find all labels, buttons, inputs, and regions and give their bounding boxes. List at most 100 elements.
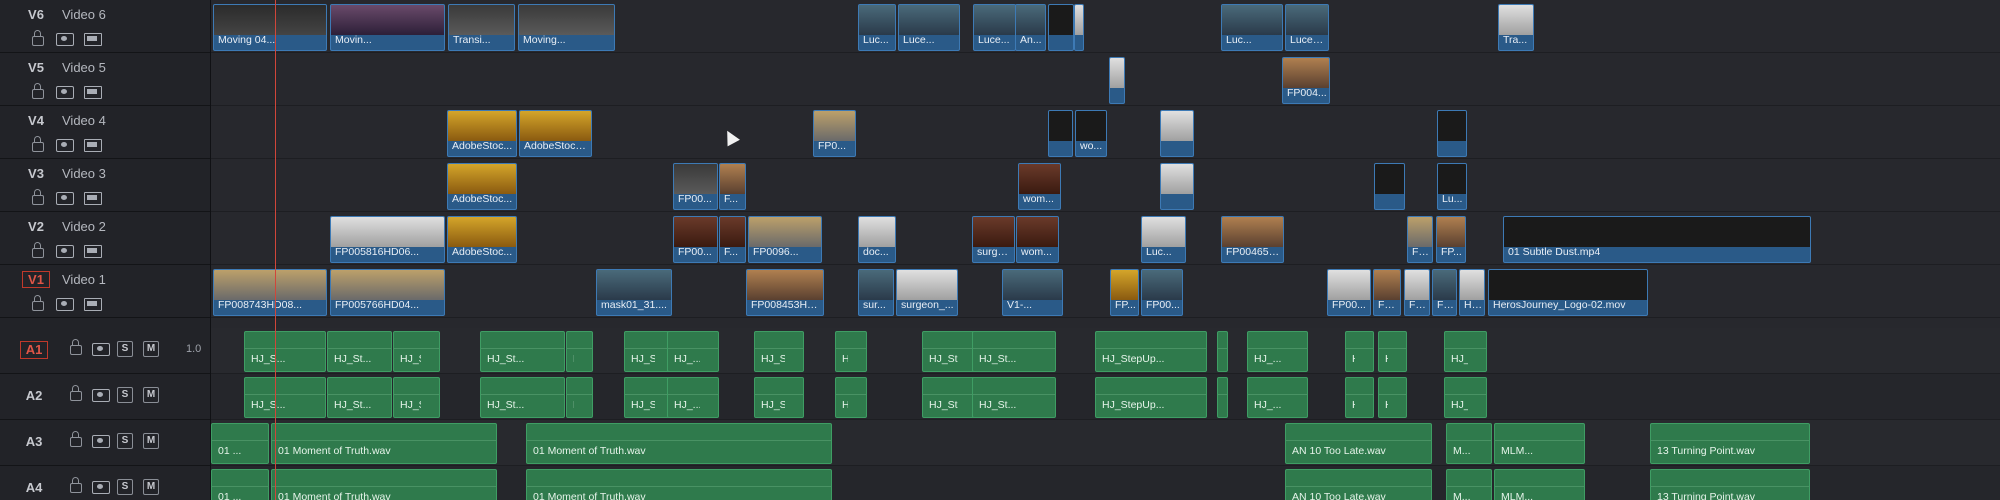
video-clip[interactable]: An... [1015, 4, 1046, 51]
video-clip[interactable]: 01 Subtle Dust.mp4 [1503, 216, 1811, 263]
video-clip[interactable]: FP004... [1282, 57, 1330, 104]
video-clip[interactable]: Luc... [1141, 216, 1186, 263]
video-clip[interactable]: AdobeStoc... [447, 216, 517, 263]
auto-track-select-icon[interactable] [92, 343, 110, 356]
lock-icon[interactable] [70, 431, 82, 447]
audio-clip[interactable]: 01 Moment of Truth.wav [526, 423, 832, 464]
audio-clip[interactable]: HJ_Ste... [393, 377, 440, 418]
audio-clip[interactable]: HJ_... [667, 377, 719, 418]
audio-clip[interactable]: HJ_... [667, 331, 719, 372]
audio-clip[interactable]: 13 Turning Point.wav [1650, 423, 1810, 464]
video-clip[interactable] [1048, 4, 1074, 51]
audio-clip[interactable]: HJ_... [1378, 331, 1407, 372]
lock-icon[interactable] [70, 339, 82, 355]
disable-track-icon[interactable] [84, 298, 102, 311]
mute-button[interactable]: M [143, 433, 159, 449]
video-clip[interactable]: Lucen... [1285, 4, 1329, 51]
track-id-v6[interactable]: V6 [22, 6, 50, 23]
video-clip[interactable] [1374, 163, 1405, 210]
audio-clip[interactable]: HJ_... [1345, 331, 1374, 372]
video-clip[interactable]: FP... [1407, 216, 1433, 263]
lock-icon[interactable] [32, 83, 44, 99]
lock-icon[interactable] [32, 189, 44, 205]
audio-clip[interactable]: 01 Moment of Truth.wav [526, 469, 832, 500]
video-clip[interactable]: FP005816HD06... [330, 216, 445, 263]
video-clip[interactable]: doc... [858, 216, 896, 263]
disable-track-icon[interactable] [84, 192, 102, 205]
audio-clip[interactable]: AN 10 Too Late.wav [1285, 469, 1432, 500]
audio-clip[interactable]: 01 Moment of Truth.wav [271, 469, 497, 500]
track-name[interactable]: Video 2 [62, 219, 106, 234]
mute-button[interactable]: M [143, 341, 159, 357]
video-clip[interactable]: surge... [972, 216, 1015, 263]
audio-clip[interactable]: M... [1446, 469, 1492, 500]
audio-clip[interactable]: HJ_Ste... [922, 331, 977, 372]
track-id-v3[interactable]: V3 [22, 165, 50, 182]
video-clip[interactable]: wom... [1018, 163, 1061, 210]
timeline-tracks[interactable]: Moving 04... Movin... Transi... Moving... Lu… [211, 0, 2000, 500]
auto-track-select-icon[interactable] [56, 298, 74, 311]
audio-clip[interactable]: HJ_S... [1217, 377, 1228, 418]
audio-clip[interactable]: HJ_Ste... [754, 331, 804, 372]
video-clip[interactable]: Luc... [1221, 4, 1283, 51]
auto-track-select-icon[interactable] [92, 389, 110, 402]
track-id-a4[interactable]: A4 [20, 479, 48, 497]
video-clip[interactable]: Transi... [448, 4, 515, 51]
audio-clip[interactable]: 01 Moment of Truth.wav [271, 423, 497, 464]
disable-track-icon[interactable] [84, 33, 102, 46]
track-name[interactable]: Video 4 [62, 113, 106, 128]
solo-button[interactable]: S [117, 433, 133, 449]
audio-clip[interactable]: HJ_... [1247, 377, 1308, 418]
video-clip[interactable]: FP... [1110, 269, 1139, 316]
video-clip[interactable] [1160, 163, 1194, 210]
audio-clip[interactable]: HJ_Ste... [922, 377, 977, 418]
video-clip[interactable]: FP0096... [748, 216, 822, 263]
video-clip[interactable] [1048, 110, 1073, 157]
video-clip[interactable]: FP... [1432, 269, 1457, 316]
video-clip[interactable]: FP00... [1141, 269, 1183, 316]
audio-clip[interactable]: HJ_Ste... [754, 377, 804, 418]
video-clip[interactable]: FP0... [813, 110, 856, 157]
video-clip[interactable]: HerosJourney_Logo-02.mov [1488, 269, 1648, 316]
audio-clip[interactable]: AN 10 Too Late.wav [1285, 423, 1432, 464]
solo-button[interactable]: S [117, 341, 133, 357]
video-clip[interactable]: sur... [858, 269, 894, 316]
audio-clip[interactable]: HJ_... [835, 377, 867, 418]
video-clip[interactable]: FP00... [673, 163, 718, 210]
mute-button[interactable]: M [143, 387, 159, 403]
video-clip[interactable]: Moving... [518, 4, 615, 51]
audio-clip[interactable]: HJ_S... [244, 377, 326, 418]
audio-clip[interactable]: HJ_... [1345, 377, 1374, 418]
video-clip[interactable] [1109, 57, 1125, 104]
video-clip[interactable]: FP008453HD... [746, 269, 824, 316]
auto-track-select-icon[interactable] [56, 139, 74, 152]
lock-icon[interactable] [70, 477, 82, 493]
audio-clip[interactable]: HJ_StepUp... [1095, 331, 1207, 372]
video-clip[interactable]: Lu... [1437, 163, 1467, 210]
audio-clip[interactable]: HJ_S... [1217, 331, 1228, 372]
audio-clip[interactable]: 01 ... [211, 469, 269, 500]
audio-clip[interactable]: HJ_St... [972, 331, 1056, 372]
audio-clip[interactable]: 01 ... [211, 423, 269, 464]
video-clip[interactable]: FP004658... [1221, 216, 1284, 263]
audio-clip[interactable]: HJ_... [1247, 331, 1308, 372]
video-clip[interactable]: AdobeStock... [519, 110, 592, 157]
auto-track-select-icon[interactable] [56, 245, 74, 258]
audio-clip[interactable]: HJ_StepUp... [1095, 377, 1207, 418]
video-clip[interactable]: AdobeStoc... [447, 163, 517, 210]
video-clip[interactable]: Moving 04... [213, 4, 327, 51]
solo-button[interactable]: S [117, 387, 133, 403]
video-clip[interactable]: FP... [1404, 269, 1430, 316]
disable-track-icon[interactable] [84, 245, 102, 258]
video-clip[interactable]: FP00... [1327, 269, 1371, 316]
video-clip[interactable]: V1-... [1002, 269, 1063, 316]
auto-track-select-icon[interactable] [92, 435, 110, 448]
audio-clip[interactable]: HJ_... [566, 331, 593, 372]
solo-button[interactable]: S [117, 479, 133, 495]
disable-track-icon[interactable] [84, 86, 102, 99]
lock-icon[interactable] [32, 242, 44, 258]
audio-clip[interactable]: MLM... [1494, 423, 1585, 464]
track-id-v5[interactable]: V5 [22, 59, 50, 76]
audio-clip[interactable]: HJ_St... [480, 331, 565, 372]
video-clip[interactable]: Luce... [973, 4, 1016, 51]
